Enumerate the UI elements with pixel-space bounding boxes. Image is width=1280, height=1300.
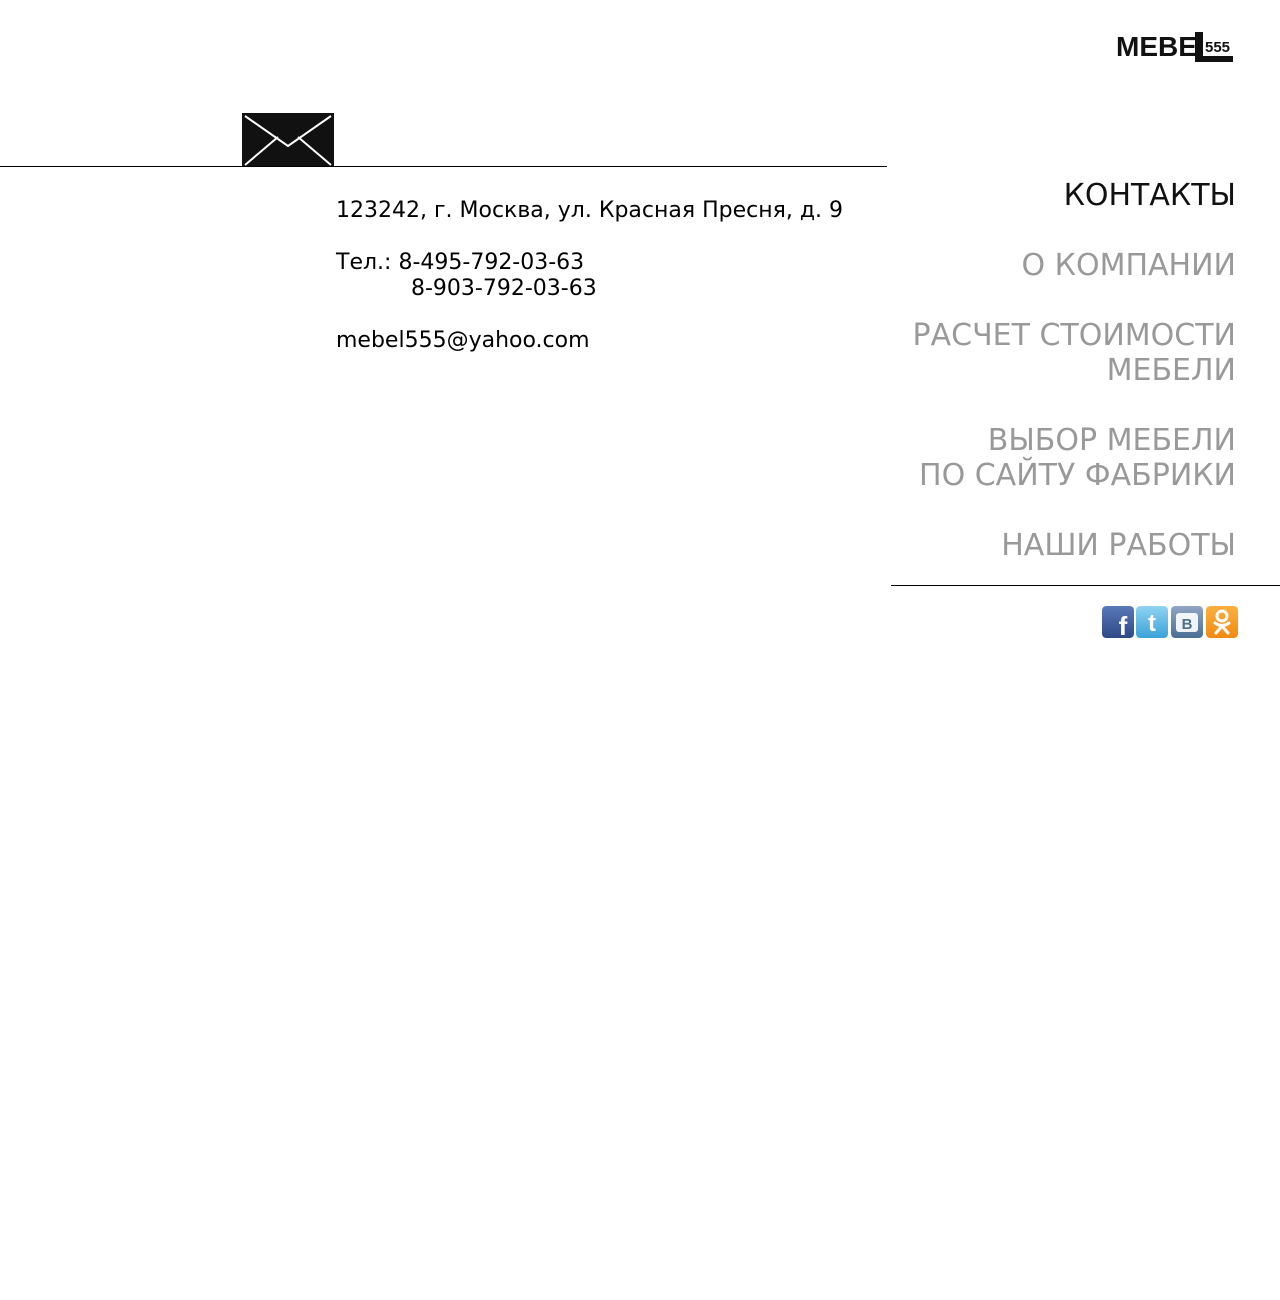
address-text: 123242, г. Москва, ул. Красная Пресня, д… [336, 198, 844, 223]
nav-item-our-works[interactable]: НАШИ РАБОТЫ [1001, 528, 1236, 563]
nav-item-contacts[interactable]: КОНТАКТЫ [1064, 178, 1236, 213]
nav-item-label: КОНТАКТЫ [1063, 178, 1236, 213]
vkontakte-glyph: B [1182, 616, 1193, 633]
nav-item-label: РАСЧЕТ СТОИМОСТИ [912, 318, 1236, 353]
logo-l-foot [1195, 56, 1233, 62]
site-logo[interactable]: MEBE 555 [1114, 28, 1236, 68]
nav-item-price-calculation[interactable]: РАСЧЕТ СТОИМОСТИ МЕБЕЛИ [913, 318, 1236, 388]
odnoklassniki-icon[interactable] [1206, 606, 1238, 638]
nav-item-factory-selection[interactable]: ВЫБОР МЕБЕЛИ ПО САЙТУ ФАБРИКИ [919, 423, 1236, 493]
logo-wordmark: MEBE [1116, 31, 1197, 62]
nav-item-label: МЕБЕЛИ [1106, 353, 1236, 388]
nav-item-label: ПО САЙТУ ФАБРИКИ [919, 458, 1236, 493]
nav-item-about[interactable]: О КОМПАНИИ [1022, 248, 1236, 283]
phone-number-2[interactable]: 8-903-792-03-63 [336, 276, 843, 302]
nav-divider [891, 585, 1280, 586]
header-divider [0, 166, 887, 167]
vkontakte-icon[interactable]: B [1171, 606, 1203, 638]
nav-item-label: О КОМПАНИИ [1021, 248, 1236, 283]
facebook-icon[interactable]: f [1102, 606, 1134, 638]
phone-number-1[interactable]: 8-495-792-03-63 [398, 250, 584, 275]
twitter-icon[interactable]: t [1136, 606, 1168, 638]
email-link[interactable]: mebel555@yahoo.com [336, 328, 843, 354]
contact-info: 123242, г. Москва, ул. Красная Пресня, д… [336, 198, 843, 354]
phone-line-1: Тел.: 8-495-792-03-63 [336, 250, 843, 276]
facebook-glyph: f [1119, 611, 1128, 638]
nav-item-label: ВЫБОР МЕБЕЛИ [987, 423, 1236, 458]
twitter-glyph: t [1148, 610, 1156, 637]
nav-item-label: НАШИ РАБОТЫ [1001, 528, 1236, 563]
phone-label: Тел.: [336, 250, 392, 275]
logo-number: 555 [1205, 39, 1231, 56]
envelope-icon [242, 113, 334, 167]
